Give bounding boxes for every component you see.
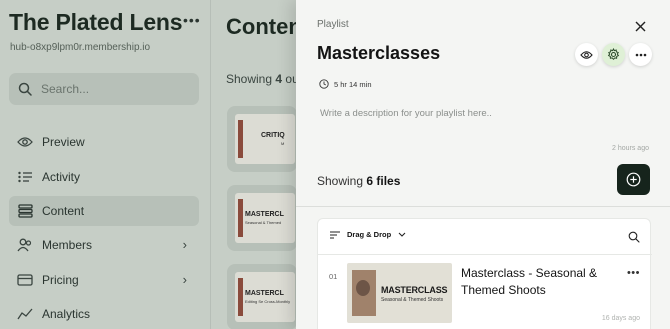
chevron-right-icon: › (182, 237, 187, 252)
thumbnail-title: MASTERCL (245, 211, 284, 218)
content-card[interactable]: MASTERCL Seasonal & Themed (227, 185, 297, 251)
add-file-button[interactable] (617, 164, 650, 195)
sidebar-item-pricing[interactable]: Pricing › (9, 265, 199, 295)
sort-icon (330, 231, 340, 238)
files-count-prefix: Showing (317, 174, 364, 188)
files-count-value: 6 files (366, 174, 401, 188)
playlist-panel: Playlist Masterclasses 5 hr 14 min Write… (296, 0, 670, 329)
thumbnail-subtitle: Editing Se Cross-Monthly (245, 299, 291, 304)
content-thumbnail: CRITIQ M (235, 114, 295, 164)
list-search-button[interactable] (628, 230, 642, 244)
content-card[interactable]: CRITIQ M (227, 106, 297, 172)
content-thumbnail: MASTERCL Editing Se Cross-Monthly (235, 272, 295, 322)
eye-icon (580, 50, 593, 59)
card-icon (17, 272, 33, 288)
search-input[interactable]: Search... (9, 73, 199, 105)
file-list: Drag & Drop 01 MASTERCLASS Seasonal & Th… (317, 218, 652, 329)
thumbnail-subtitle: Seasonal & Themed Shoots (381, 297, 444, 303)
content-card[interactable]: MASTERCL Editing Se Cross-Monthly (227, 264, 297, 329)
preview-button[interactable] (575, 43, 598, 66)
sidebar: The Plated Lens ••• hub-o8xp9lpm0r.membe… (0, 0, 210, 329)
thumbnail-photo (352, 270, 376, 316)
thumbnail-accent (238, 278, 243, 316)
divider (296, 206, 670, 207)
eye-icon (17, 134, 33, 150)
content-count: Showing 4 ou (226, 72, 299, 86)
sidebar-item-content[interactable]: Content (9, 196, 199, 226)
duration-text: 5 hr 14 min (334, 79, 372, 89)
close-icon (635, 21, 645, 31)
sidebar-item-label: Analytics (42, 307, 91, 321)
search-placeholder: Search... (41, 82, 90, 96)
more-options-button[interactable] (629, 43, 652, 66)
playlist-title: Masterclasses (317, 43, 441, 63)
file-row[interactable]: 01 MASTERCLASS Seasonal & Themed Shoots … (318, 256, 652, 329)
sidebar-item-activity[interactable]: Activity (9, 162, 199, 192)
stack-icon (17, 203, 33, 219)
thumbnail-accent (238, 120, 243, 158)
count-prefix: Showing (226, 72, 273, 86)
thumbnail-title: MASTERCLASS (381, 285, 448, 295)
gear-icon (607, 48, 620, 61)
playlist-duration: 5 hr 14 min (319, 79, 372, 89)
more-icon[interactable]: ••• (183, 12, 201, 28)
more-icon (635, 53, 646, 56)
sidebar-item-preview[interactable]: Preview (9, 127, 199, 157)
brand-title: The Plated Lens (9, 9, 183, 35)
content-thumbnail: MASTERCL Seasonal & Themed (235, 193, 295, 243)
sidebar-item-label: Activity (42, 170, 81, 184)
sidebar-item-label: Content (42, 204, 85, 218)
description-field[interactable]: Write a description for your playlist he… (320, 108, 492, 119)
thumbnail-title: MASTERCL (245, 290, 284, 297)
chart-icon (17, 306, 33, 322)
sort-label: Drag & Drop (347, 230, 392, 239)
plus-circle-icon (626, 172, 641, 187)
updated-timestamp: 2 hours ago (612, 145, 649, 152)
thumbnail-title: CRITIQ (261, 132, 285, 139)
chevron-down-icon (398, 232, 406, 237)
sidebar-item-members[interactable]: Members › (9, 230, 199, 260)
file-thumbnail[interactable]: MASTERCLASS Seasonal & Themed Shoots (347, 263, 452, 323)
thumbnail-subtitle: M (281, 141, 285, 146)
clock-icon (319, 79, 329, 89)
sidebar-item-analytics[interactable]: Analytics (9, 299, 199, 329)
page-title: Conten (226, 14, 302, 39)
count-value: 4 (275, 72, 283, 86)
file-more-icon[interactable]: ••• (627, 267, 640, 279)
brand-url: hub-o8xp9lpm0r.membership.io (10, 42, 151, 53)
sidebar-item-label: Preview (42, 135, 85, 149)
thumbnail-subtitle: Seasonal & Themed (245, 220, 282, 225)
search-icon (17, 81, 33, 97)
close-button[interactable] (631, 17, 649, 35)
sort-dropdown[interactable]: Drag & Drop (330, 230, 406, 239)
file-title[interactable]: Masterclass - Seasonal & Themed Shoots (461, 265, 611, 299)
file-date: 16 days ago (601, 315, 640, 322)
sidebar-item-label: Members (42, 238, 93, 252)
file-index: 01 (329, 272, 338, 281)
list-toolbar: Drag & Drop (318, 219, 652, 255)
sidebar-item-label: Pricing (42, 273, 79, 287)
thumbnail-accent (238, 199, 243, 237)
panel-kicker: Playlist (317, 19, 349, 30)
chevron-right-icon: › (182, 272, 187, 287)
users-icon (17, 237, 33, 253)
search-icon (628, 231, 640, 243)
files-count: Showing 6 files (317, 174, 400, 188)
settings-button[interactable] (602, 43, 625, 66)
list-icon (17, 169, 33, 185)
